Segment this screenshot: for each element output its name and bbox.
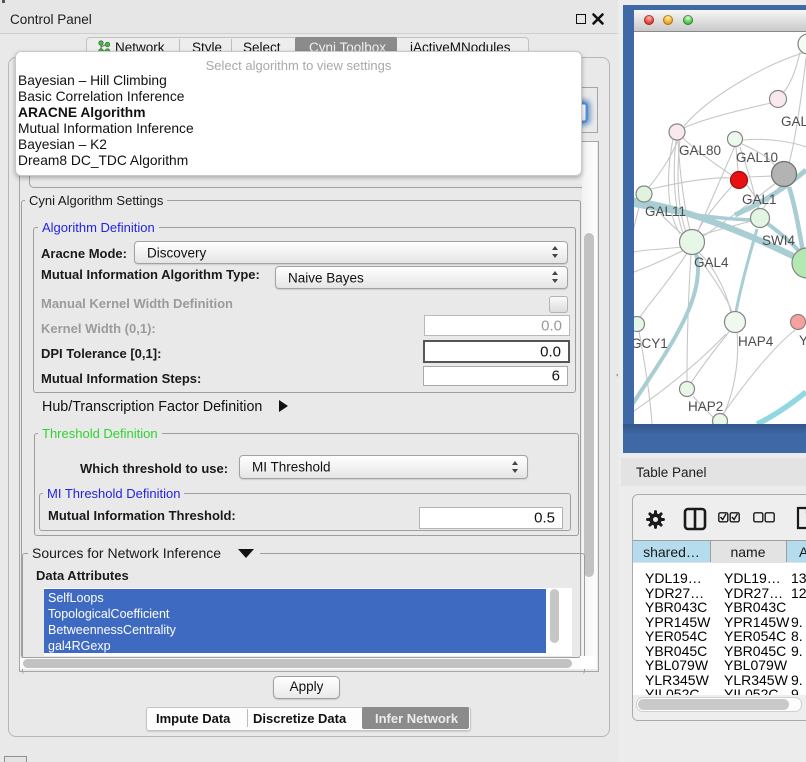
svg-text:GAL80: GAL80 [679, 143, 721, 158]
svg-text:HAP4: HAP4 [738, 334, 774, 349]
svg-text:Y: Y [799, 333, 806, 348]
svg-text:GAL1: GAL1 [742, 192, 777, 207]
svg-text:GAL10: GAL10 [736, 150, 778, 165]
svg-text:GAL11: GAL11 [645, 204, 686, 219]
svg-text:GAL4: GAL4 [694, 255, 729, 270]
svg-text:HAP2: HAP2 [688, 399, 723, 414]
svg-text:GCY1: GCY1 [634, 336, 668, 351]
svg-text:GAL2: GAL2 [781, 114, 806, 129]
svg-text:SWI4: SWI4 [762, 233, 795, 248]
